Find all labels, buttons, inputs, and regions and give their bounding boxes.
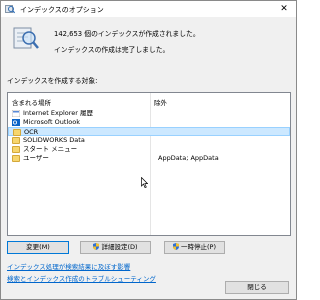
- indexing-options-window: インデックスのオプション ✕ 142,653 個のインデックスが作成されました。…: [0, 0, 297, 300]
- list-item-selected[interactable]: OCR: [8, 127, 290, 136]
- window-title: インデックスのオプション: [20, 6, 104, 14]
- pause-button-label: 一時停止(P): [181, 243, 216, 251]
- close-button[interactable]: 閉じる: [225, 281, 289, 294]
- modify-button-label: 変更(M): [26, 243, 50, 251]
- mouse-pointer-icon: [141, 177, 148, 188]
- list-item-exclude: AppData; AppData: [158, 154, 219, 162]
- included-locations-header[interactable]: 含まれる場所: [12, 97, 51, 107]
- list-item[interactable]: ユーザー AppData; AppData: [8, 154, 290, 163]
- outlook-icon: [12, 119, 20, 126]
- close-icon[interactable]: ✕: [272, 1, 296, 17]
- list-item-name: Internet Explorer 履歴: [23, 109, 94, 117]
- troubleshoot-link[interactable]: 検索とインデックス作成のトラブルシューティング: [7, 273, 156, 283]
- title-bar: インデックスのオプション ✕: [1, 1, 296, 17]
- ie-history-icon: [12, 110, 20, 117]
- modify-button[interactable]: 変更(M): [7, 241, 69, 254]
- indexing-options-icon: [5, 5, 15, 14]
- search-impact-link[interactable]: インデックス処理が検索結果に及ぼす影響: [7, 261, 130, 271]
- folder-icon: [13, 129, 21, 136]
- uac-shield-icon: [173, 243, 179, 250]
- list-item[interactable]: スタート メニュー: [8, 145, 290, 154]
- folder-icon: [12, 155, 20, 162]
- indexing-complete-text: インデックスの作成は完了しました。: [54, 46, 170, 54]
- folder-icon: [12, 146, 20, 153]
- list-item[interactable]: Microsoft Outlook: [8, 118, 290, 127]
- list-item-name: ユーザー: [23, 154, 49, 162]
- exclude-header[interactable]: 除外: [154, 97, 167, 107]
- advanced-button-label: 詳細設定(D): [101, 243, 138, 251]
- list-item-name: SOLIDWORKS Data: [23, 136, 85, 144]
- list-item-name: スタート メニュー: [23, 145, 78, 153]
- indexed-count-text: 142,653 個のインデックスが作成されました。: [54, 30, 200, 38]
- list-item[interactable]: Internet Explorer 履歴: [8, 109, 290, 118]
- pause-button[interactable]: 一時停止(P): [164, 241, 225, 254]
- close-button-label: 閉じる: [247, 283, 267, 291]
- list-item-name: Microsoft Outlook: [23, 118, 80, 126]
- index-targets-label: インデックスを作成する対象:: [7, 77, 98, 85]
- list-item[interactable]: SOLIDWORKS Data: [8, 136, 290, 145]
- indexing-status-icon: [13, 27, 39, 49]
- index-locations-list[interactable]: 含まれる場所 除外 Internet Explorer 履歴 Microsoft…: [7, 92, 291, 236]
- folder-icon: [12, 137, 20, 144]
- advanced-button[interactable]: 詳細設定(D): [80, 241, 151, 254]
- uac-shield-icon: [93, 243, 100, 250]
